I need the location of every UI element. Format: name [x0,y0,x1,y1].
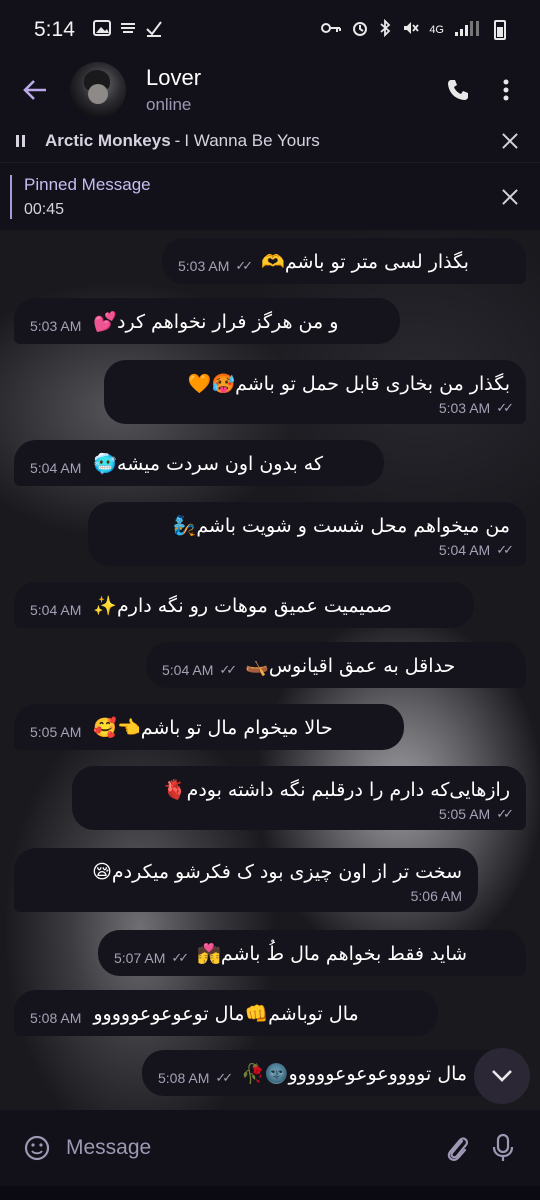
message-text: مال تووووعوعوعووووو🌚🥀 [241,1063,468,1085]
pinned-text: Pinned Message 00:45 [24,175,151,219]
double-check-icon: ✓✓ [235,258,253,273]
double-check-icon: ✓✓ [171,950,189,965]
chevron-down-icon [492,1070,512,1082]
message-time: 5:03 AM [178,258,230,274]
message-text: سخت تر از اون چیزی بود ک فکرشو میکردم😪 [92,861,462,883]
message-text: صمیمیت عمیق موهات رو نگه دارم✨ [93,595,393,617]
back-button[interactable] [0,79,70,101]
chat-title-block[interactable]: Lover online [146,65,201,115]
message-time: 5:04 AM [30,602,82,618]
message-bubble[interactable]: رازهایی‌که دارم را درقلبم نگه داشته بودم… [72,766,526,830]
phone-icon [448,80,468,100]
pause-icon[interactable] [16,135,25,147]
message-time: 5:04 AM [162,662,214,678]
close-pinned-button[interactable] [496,183,524,211]
message-time: 5:05 AM [30,724,82,740]
music-player-bar[interactable]: Arctic Monkeys - I Wanna Be Yours [0,120,540,162]
paperclip-icon [447,1137,468,1161]
avatar[interactable] [70,62,126,118]
message-time: 5:04 AM [30,460,82,476]
key-icon [321,21,342,39]
double-check-icon: ✓✓ [496,542,514,557]
pinned-indicator [10,174,12,219]
message-bubble[interactable]: بگذار من بخاری قابل حمل تو باشم🥵🧡 5:03 A… [104,360,526,424]
message-text: من میخواهم محل شست و شویت باشم🧞 [172,515,510,537]
message-time: 5:03 AM [30,318,82,334]
bluetooth-icon [379,18,391,41]
back-arrow-icon [23,80,46,100]
status-time: 5:14 [34,18,75,41]
microphone-button[interactable] [480,1125,526,1171]
message-time: 5:03 AM [438,400,491,416]
music-song: I Wanna Be Yours [184,131,320,150]
message-bubble[interactable]: 5:08 AM مال توباشم👊مال توعوعوعووووو [14,990,438,1036]
pinned-preview: 00:45 [24,200,65,218]
emoji-button[interactable] [14,1125,60,1171]
scroll-down-button[interactable] [474,1048,530,1104]
message-bubble[interactable]: 5:08 AM ✓✓ مال تووووعوعوعووووو🌚🥀 [142,1050,526,1096]
pinned-title: Pinned Message [24,174,151,194]
message-bubble[interactable]: 5:04 AM که بدون اون سردت میشه🥶 [14,440,384,486]
message-text: که بدون اون سردت میشه🥶 [93,453,324,475]
double-check-icon: ✓✓ [219,662,237,677]
message-text: بگذار لسی متر تو باشم🫶 [261,251,469,273]
pinned-message-bar[interactable]: Pinned Message 00:45 [0,162,540,230]
message-time: 5:06 AM [410,888,462,904]
chat-status: online [146,95,192,114]
double-check-icon: ✓✓ [496,806,514,821]
message-text: حالا میخوام مال تو باشم👈🥰 [93,717,333,739]
call-button[interactable] [434,66,482,114]
emoji-icon [24,1135,50,1161]
close-music-button[interactable] [496,127,524,155]
message-bubble[interactable]: 5:03 AM و من هرگز فرار نخواهم کرد💕 [14,298,400,344]
double-check-icon: ✓✓ [496,400,514,415]
attach-button[interactable] [434,1125,480,1171]
message-input[interactable] [60,1136,434,1160]
message-time: 5:08 AM [158,1070,210,1086]
status-bar: 5:14 4G [0,0,540,60]
message-bubble[interactable]: 5:07 AM ✓✓ شاید فقط بخواهم مال طُ باشم💏 [98,930,526,976]
more-vertical-icon [503,79,509,101]
message-bubble[interactable]: 5:03 AM ✓✓ بگذار لسی متر تو باشم🫶 [162,238,526,284]
message-text: بگذار من بخاری قابل حمل تو باشم🥵🧡 [187,373,510,395]
image-icon [92,19,111,41]
status-right: 4G [321,18,506,41]
battery-icon [494,20,506,40]
message-time: 5:08 AM [30,1010,82,1026]
status-left: 5:14 [34,18,163,42]
network-label: 4G [429,24,444,36]
chat-area[interactable]: 5:03 AM ✓✓ بگذار لسی متر تو باشم🫶 5:03 AM… [0,230,540,1110]
message-bubble[interactable]: 5:04 AM صمیمیت عمیق موهات رو نگه دارم✨ [14,582,474,628]
signal-icon [454,19,484,41]
message-time: 5:05 AM [438,806,491,822]
message-text: رازهایی‌که دارم را درقلبم نگه داشته بودم… [162,779,510,801]
check-icon [145,19,163,41]
system-nav-bar [0,1186,540,1200]
message-text: مال توباشم👊مال توعوعوعووووو [93,1003,359,1025]
mute-icon [401,19,420,41]
message-text: حداقل به عمق اقیانوس🛶 [245,655,456,677]
message-bubble[interactable]: سخت تر از اون چیزی بود ک فکرشو میکردم😪 5… [14,848,478,912]
stack-icon [119,19,137,41]
music-separator: - [174,131,181,150]
message-bubble[interactable]: من میخواهم محل شست و شویت باشم🧞 5:04 AM ✓… [88,502,526,566]
message-bubble[interactable]: 5:05 AM حالا میخوام مال تو باشم👈🥰 [14,704,404,750]
message-text: شاید فقط بخواهم مال طُ باشم💏 [197,943,468,965]
music-artist: Arctic Monkeys [45,131,171,150]
message-time: 5:07 AM [114,950,166,966]
alarm-icon [351,19,369,41]
double-check-icon: ✓✓ [215,1070,233,1085]
microphone-icon [492,1133,514,1161]
message-bubble[interactable]: 5:04 AM ✓✓ حداقل به عمق اقیانوس🛶 [146,642,526,688]
message-input-bar [0,1110,540,1186]
more-button[interactable] [482,66,530,114]
chat-title: Lover [146,65,202,90]
message-text: و من هرگز فرار نخواهم کرد💕 [93,311,339,333]
message-time: 5:04 AM [438,542,491,558]
chat-header: Lover online [0,60,540,120]
